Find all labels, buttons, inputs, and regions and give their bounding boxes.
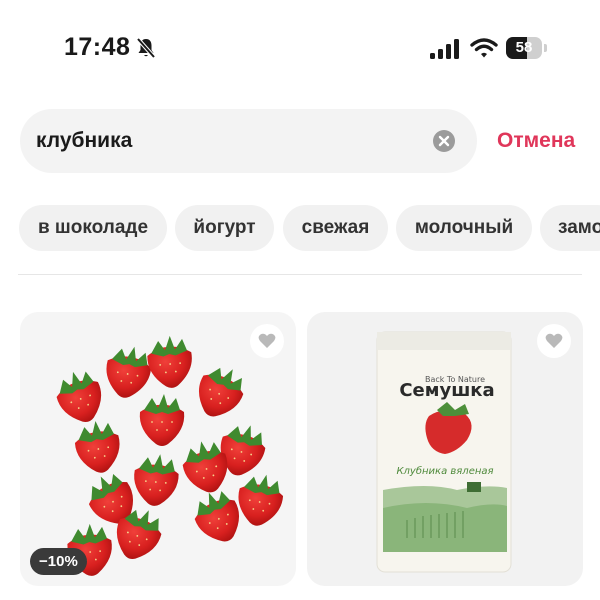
chip-molochny[interactable]: молочный [396, 205, 532, 251]
divider [18, 274, 582, 275]
pack-product-name: Клубника вяленая [396, 465, 493, 477]
clear-icon[interactable] [433, 130, 455, 152]
battery-icon: 58 [506, 37, 548, 59]
heart-icon[interactable] [537, 324, 571, 358]
cancel-button[interactable]: Отмена [497, 109, 575, 173]
wifi-icon [470, 36, 498, 60]
search-value: клубника [36, 129, 133, 152]
chip-svezhaya[interactable]: свежая [283, 205, 388, 251]
heart-icon[interactable] [250, 324, 284, 358]
suggestion-chips: в шоколаде йогурт свежая молочный замо [0, 205, 600, 251]
strawberry [56, 371, 102, 422]
pack-brand: Семушка [399, 380, 494, 401]
signal-icon [430, 38, 460, 60]
chip-yogurt[interactable]: йогурт [175, 205, 274, 251]
strawberry [106, 346, 152, 398]
strawberry [198, 367, 244, 417]
status-time: 17:48 [64, 33, 131, 61]
strawberry [238, 474, 284, 526]
battery-level: 58 [515, 39, 533, 56]
product-card-strawberries[interactable]: −10% [20, 312, 296, 586]
product-card-dried-strawberries[interactable]: Back To Nature Семушка Клубника вяленая [307, 312, 583, 586]
chip-v-shokolade[interactable]: в шоколаде [19, 205, 167, 251]
search-input[interactable]: клубника [20, 109, 477, 173]
status-bar: 17:48 58 [0, 0, 600, 95]
discount-badge: −10% [30, 548, 87, 575]
strawberry [139, 394, 185, 446]
chip-zamo[interactable]: замо [540, 205, 600, 251]
strawberry [147, 335, 192, 388]
bell-muted-icon [134, 36, 158, 60]
strawberry [74, 421, 120, 473]
strawberry [134, 454, 179, 506]
